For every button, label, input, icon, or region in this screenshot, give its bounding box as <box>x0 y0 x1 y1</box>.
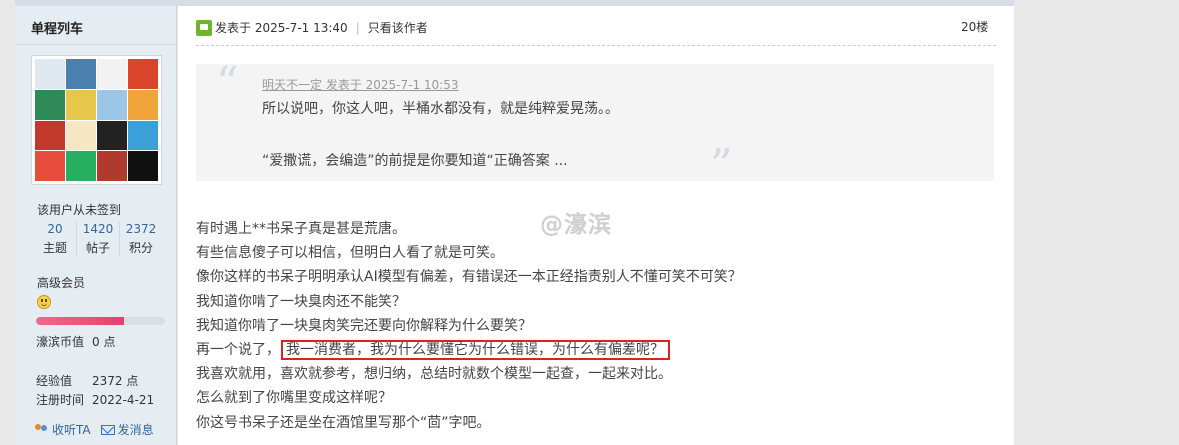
level-progress-bar <box>36 317 165 325</box>
post-line: 你这号书呆子还是坐在酒馆里写那个“茴”字吧。 <box>196 414 491 431</box>
post-line: 有时遇上**书呆子真是甚是荒唐。 <box>196 221 406 237</box>
reg-row: 注册时间 2022-4-21 <box>36 391 154 408</box>
exp-value: 2372 点 <box>92 374 139 388</box>
post-line-highlighted: 再一个说了， 我一消费者，我为什么要懂它为什么错误，为什么有偏差呢？ <box>196 338 996 362</box>
username[interactable]: 单程列车 <box>31 18 83 37</box>
currency-label: 濠滨币值 <box>36 335 85 349</box>
stat-posts-value[interactable]: 1420 <box>77 222 119 236</box>
stat-topics-value[interactable]: 20 <box>34 222 76 236</box>
user-stats: 20 主题 1420 帖子 2372 积分 <box>34 222 162 256</box>
level-progress-fill <box>36 317 124 325</box>
stat-points-value[interactable]: 2372 <box>120 222 162 236</box>
mail-icon <box>100 424 115 435</box>
quote-author-link[interactable]: 明天不一定 发表于 2025-7-1 10:53 <box>262 76 459 93</box>
highlighted-sentence: 我一消费者，我为什么要懂它为什么错误，为什么有偏差呢？ <box>281 339 670 360</box>
follow-label: 收听TA <box>52 423 91 437</box>
exp-row: 经验值 2372 点 <box>36 372 138 389</box>
follow-icon <box>35 423 49 436</box>
post-line: 我知道你啃了一块臭肉还不能笑？ <box>196 293 406 310</box>
stat-topics[interactable]: 20 主题 <box>34 222 77 256</box>
avatar[interactable] <box>31 55 162 185</box>
post-line: 像你这样的书呆子明明承认AI模型有偏差，有错误还一本正经指责别人不懂可笑不可笑？ <box>196 269 742 286</box>
currency-row: 濠滨币值 0 点 <box>36 333 115 350</box>
post-content: 发表于 2025-7-1 13:40 | 只看该作者 20楼 “ 明天不一定 发… <box>178 6 1014 445</box>
avatar-image <box>35 59 158 181</box>
page-margin-left <box>0 0 15 445</box>
post-line: 我喜欢就用，喜欢就参考，想归纳，总结时就数个模型一起查，一起来对比。 <box>196 366 672 383</box>
signin-status: 该用户从未签到 <box>37 203 122 217</box>
header-divider <box>196 45 996 46</box>
stat-points-label: 积分 <box>128 241 153 255</box>
user-sidebar: 单程列车 该用户从未签到 20 主题 1420 帖子 2372 积分 高级会员 … <box>15 6 177 445</box>
user-rank[interactable]: 高级会员 <box>37 274 85 291</box>
stat-topics-label: 主题 <box>42 241 67 255</box>
post-time: 发表于 2025-7-1 13:40 <box>215 21 348 35</box>
reg-value: 2022-4-21 <box>92 393 155 407</box>
online-status-icon <box>196 19 212 36</box>
open-quote-icon: “ <box>216 58 239 109</box>
stat-posts-label: 帖子 <box>85 241 110 255</box>
close-quote-icon: ” <box>710 140 733 191</box>
pipe-divider: | <box>355 20 360 35</box>
post-header: 发表于 2025-7-1 13:40 | 只看该作者 <box>196 19 428 36</box>
quote-line: 所以说吧，你这人吧，半桶水都没有，就是纯粹爱晃荡。。 <box>262 101 619 117</box>
post-line: 有些信息傻子可以相信，但明白人看了就是可笑。 <box>196 245 504 262</box>
reg-label: 注册时间 <box>36 393 85 407</box>
post-line: 我知道你啃了一块臭肉笑完还要向你解释为什么要笑？ <box>196 317 532 334</box>
smiley-rank-icon <box>37 295 51 309</box>
exp-label: 经验值 <box>36 374 73 388</box>
divider <box>15 44 176 45</box>
follow-button[interactable]: 收听TA <box>35 421 91 438</box>
floor-number[interactable]: 20楼 <box>961 18 988 35</box>
message-label: 发消息 <box>117 423 154 437</box>
post-line: 怎么就到了你嘴里变成这样呢？ <box>196 390 392 407</box>
stat-points[interactable]: 2372 积分 <box>120 222 162 256</box>
line-prefix: 再一个说了， <box>196 341 280 358</box>
stat-posts[interactable]: 1420 帖子 <box>77 222 120 256</box>
message-button[interactable]: 发消息 <box>100 421 154 438</box>
page-margin-right <box>1014 0 1179 445</box>
currency-value: 0 点 <box>92 335 116 349</box>
author-only-link[interactable]: 只看该作者 <box>368 19 428 36</box>
post-body: 有时遇上**书呆子真是甚是荒唐。 有些信息傻子可以相信，但明白人看了就是可笑。 … <box>196 217 996 435</box>
quote-block: “ 明天不一定 发表于 2025-7-1 10:53 所以说吧，你这人吧，半桶水… <box>196 58 994 188</box>
quote-line: “爱撒谎，会编造”的前提是你要知道“正确答案 ... <box>262 153 568 169</box>
user-actions: 收听TA 发消息 <box>35 421 154 438</box>
